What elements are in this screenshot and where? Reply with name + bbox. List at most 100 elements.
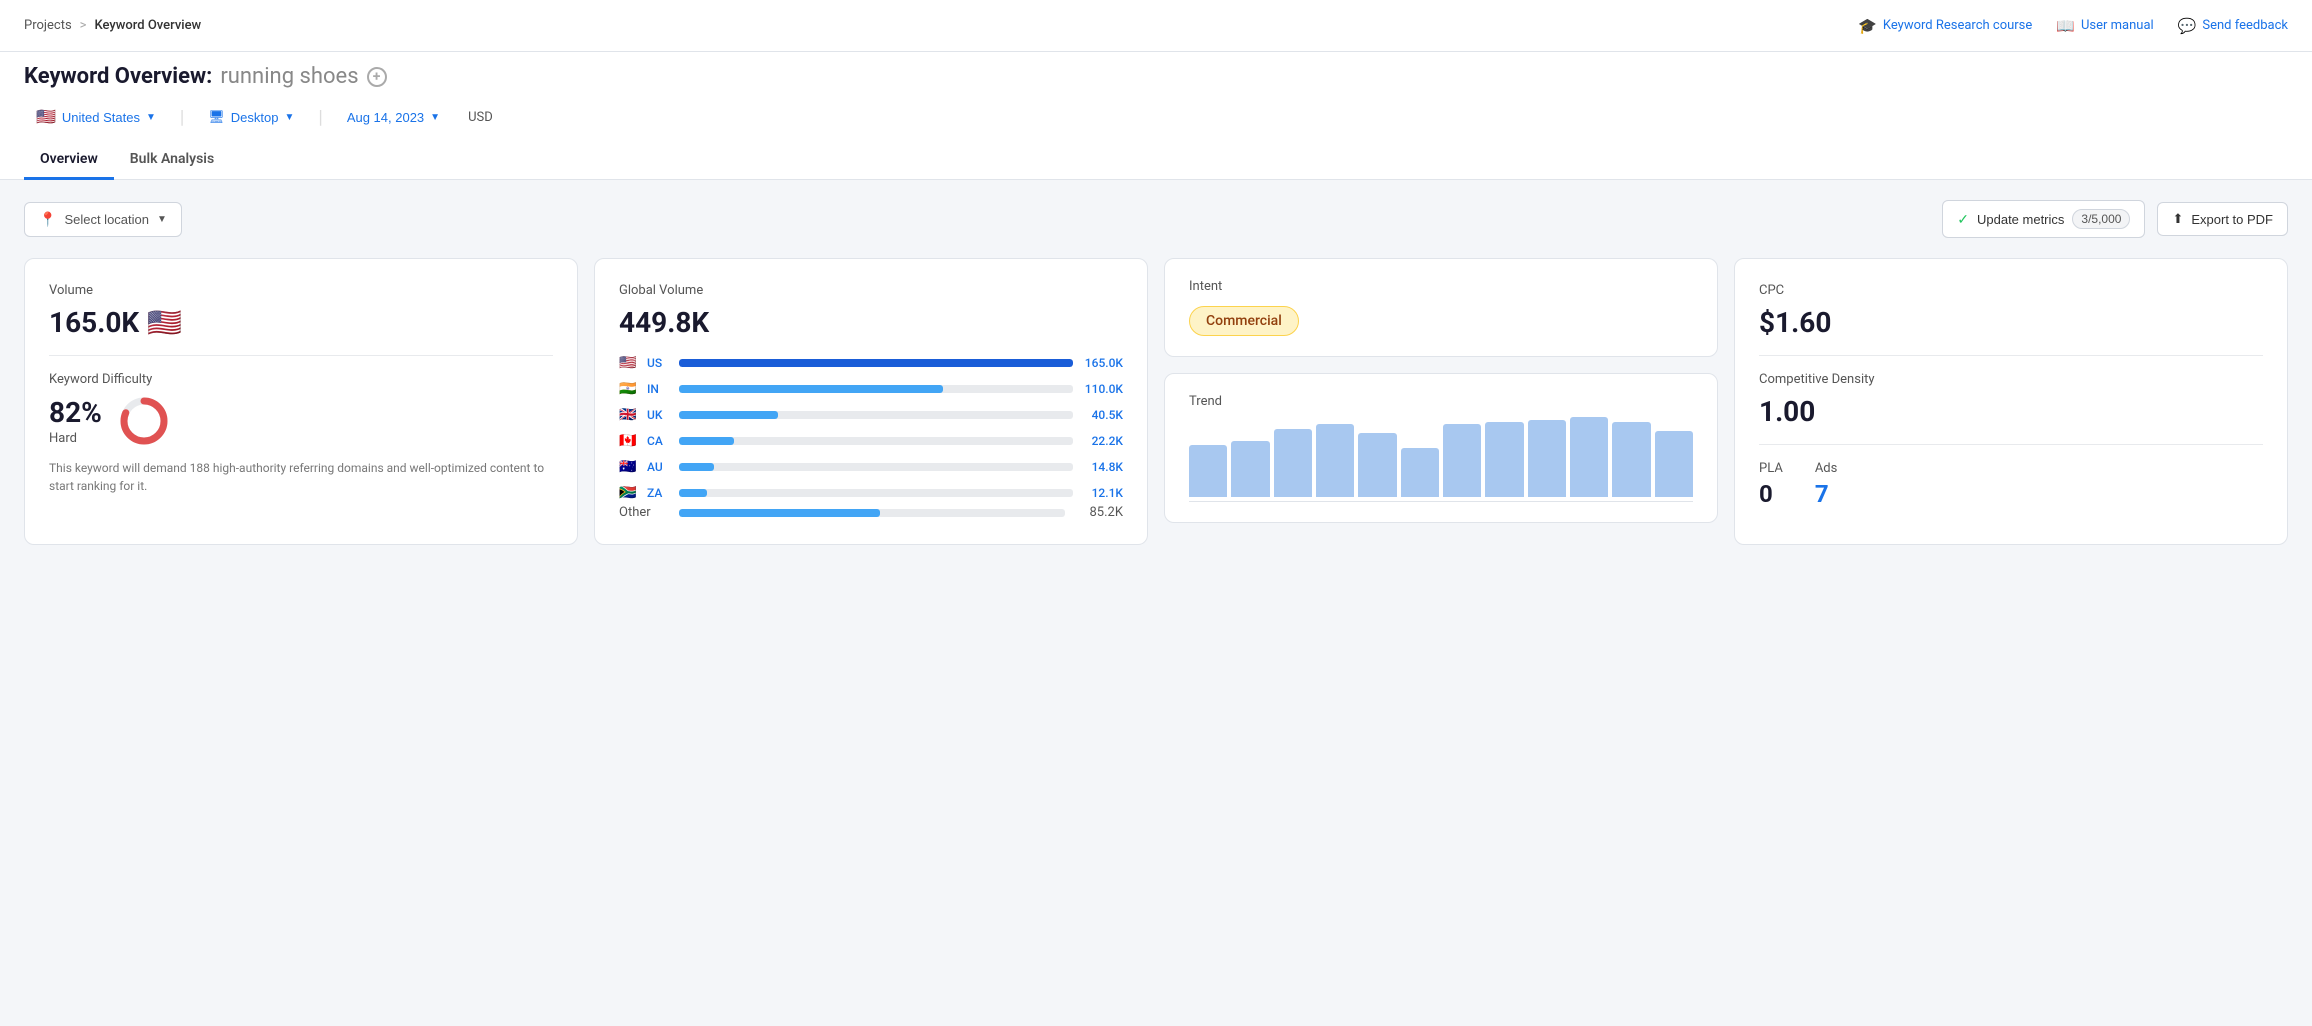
cd-value: 1.00 (1759, 395, 2263, 428)
location-filter[interactable]: 🇺🇸 United States ▼ (24, 101, 168, 133)
au-val: 14.8K (1081, 460, 1123, 474)
ads-value: 7 (1815, 480, 1838, 508)
trend-bar-item (1570, 417, 1608, 497)
graduation-icon: 🎓 (1858, 17, 1877, 35)
breadcrumb-separator: > (80, 18, 87, 33)
trend-bar-item (1485, 422, 1523, 497)
filter-row: 🇺🇸 United States ▼ | 🖥 Desktop ▼ | Aug 1… (24, 101, 2288, 133)
book-icon: 📖 (2056, 17, 2075, 35)
toolbar-right: ✓ Update metrics 3/5,000 ⬆ Export to PDF (1942, 200, 2288, 238)
kd-desc: This keyword will demand 188 high-author… (49, 459, 553, 495)
volume-kd-card: Volume 165.0K 🇺🇸 Keyword Difficulty 82% … (24, 258, 578, 545)
country-row-uk: 🇬🇧 UK 40.5K (619, 407, 1123, 423)
cpc-label: CPC (1759, 283, 2263, 298)
cd-divider (1759, 444, 2263, 445)
au-code: AU (647, 460, 671, 474)
us-flag-icon: 🇺🇸 (36, 107, 56, 127)
us-bar-track (679, 359, 1073, 367)
global-volume-card: Global Volume 449.8K 🇺🇸 US 165.0K 🇮🇳 IN (594, 258, 1148, 545)
date-filter[interactable]: Aug 14, 2023 ▼ (335, 104, 452, 131)
za-bar (679, 489, 707, 497)
page-title: Keyword Overview: running shoes + (24, 64, 2288, 89)
volume-flag: 🇺🇸 (147, 306, 182, 339)
country-row-za: 🇿🇦 ZA 12.1K (619, 485, 1123, 501)
location-chevron-icon: ▼ (157, 214, 167, 225)
export-pdf-button[interactable]: ⬆ Export to PDF (2157, 202, 2288, 236)
pla-ads-row: PLA 0 Ads 7 (1759, 461, 2263, 508)
tab-overview[interactable]: Overview (24, 141, 114, 180)
in-flag: 🇮🇳 (619, 381, 639, 397)
breadcrumb: Projects > Keyword Overview (24, 18, 201, 33)
add-keyword-button[interactable]: + (367, 67, 387, 87)
au-bar-track (679, 463, 1073, 471)
breadcrumb-current: Keyword Overview (94, 18, 201, 33)
intent-trend-col: Intent Commercial Trend (1164, 258, 1718, 545)
pin-icon: 📍 (39, 211, 56, 228)
tab-bulk-analysis[interactable]: Bulk Analysis (114, 141, 230, 180)
gv-label: Global Volume (619, 283, 1123, 298)
top-links: 🎓 Keyword Research course 📖 User manual … (1858, 17, 2288, 35)
location-chevron-icon: ▼ (146, 112, 156, 123)
trend-label: Trend (1189, 394, 1693, 409)
trend-bar-item (1443, 424, 1481, 497)
kd-row: 82% Hard (49, 395, 553, 447)
trend-bar-item (1231, 441, 1269, 497)
uk-flag: 🇬🇧 (619, 407, 639, 423)
country-row-us: 🇺🇸 US 165.0K (619, 355, 1123, 371)
filter-sep-1: | (180, 107, 184, 128)
trend-bar-item (1528, 420, 1566, 497)
tabs: Overview Bulk Analysis (24, 141, 2288, 179)
breadcrumb-projects[interactable]: Projects (24, 18, 72, 33)
ca-bar-track (679, 437, 1073, 445)
user-manual-link[interactable]: 📖 User manual (2056, 17, 2153, 35)
export-label: Export to PDF (2191, 212, 2273, 227)
other-label: Other (619, 505, 663, 520)
other-bar-track (679, 509, 1065, 517)
send-feedback-label: Send feedback (2202, 18, 2288, 33)
location-label: United States (62, 110, 140, 125)
ca-val: 22.2K (1081, 434, 1123, 448)
page-title-keyword: running shoes (220, 64, 358, 89)
trend-bar-item (1401, 448, 1439, 497)
trend-bar-item (1655, 431, 1693, 497)
za-flag: 🇿🇦 (619, 485, 639, 501)
in-bar (679, 385, 943, 393)
keyword-research-link[interactable]: 🎓 Keyword Research course (1858, 17, 2032, 35)
page-header: Keyword Overview: running shoes + 🇺🇸 Uni… (0, 52, 2312, 180)
in-bar-track (679, 385, 1073, 393)
ads-col: Ads 7 (1815, 461, 1838, 508)
cpc-divider (1759, 355, 2263, 356)
pla-col: PLA 0 (1759, 461, 1783, 508)
cards-grid: Volume 165.0K 🇺🇸 Keyword Difficulty 82% … (24, 258, 2288, 545)
cd-label: Competitive Density (1759, 372, 2263, 387)
intent-card: Intent Commercial (1164, 258, 1718, 357)
trend-bar-item (1612, 422, 1650, 497)
select-location-button[interactable]: 📍 Select location ▼ (24, 202, 182, 237)
top-bar: Projects > Keyword Overview 🎓 Keyword Re… (0, 0, 2312, 52)
device-filter[interactable]: 🖥 Desktop ▼ (196, 103, 306, 131)
us-val: 165.0K (1081, 356, 1123, 370)
ca-bar (679, 437, 734, 445)
other-val: 85.2K (1081, 505, 1123, 520)
uk-bar (679, 411, 778, 419)
currency-label: USD (468, 110, 493, 125)
trend-card: Trend (1164, 373, 1718, 523)
us-bar (679, 359, 1073, 367)
za-bar-track (679, 489, 1073, 497)
trend-axis (1189, 501, 1693, 502)
other-bar (679, 509, 880, 517)
uk-code: UK (647, 408, 671, 422)
country-row-in: 🇮🇳 IN 110.0K (619, 381, 1123, 397)
pla-label: PLA (1759, 461, 1783, 476)
send-feedback-link[interactable]: 💬 Send feedback (2178, 17, 2288, 35)
ca-code: CA (647, 434, 671, 448)
kd-label: Keyword Difficulty (49, 372, 553, 387)
in-val: 110.0K (1081, 382, 1123, 396)
trend-bar-item (1274, 429, 1312, 497)
kd-donut (118, 395, 170, 447)
device-label: Desktop (231, 110, 279, 125)
update-metrics-button[interactable]: ✓ Update metrics 3/5,000 (1942, 200, 2145, 238)
uk-val: 40.5K (1081, 408, 1123, 422)
in-code: IN (647, 382, 671, 396)
export-icon: ⬆ (2172, 211, 2183, 227)
